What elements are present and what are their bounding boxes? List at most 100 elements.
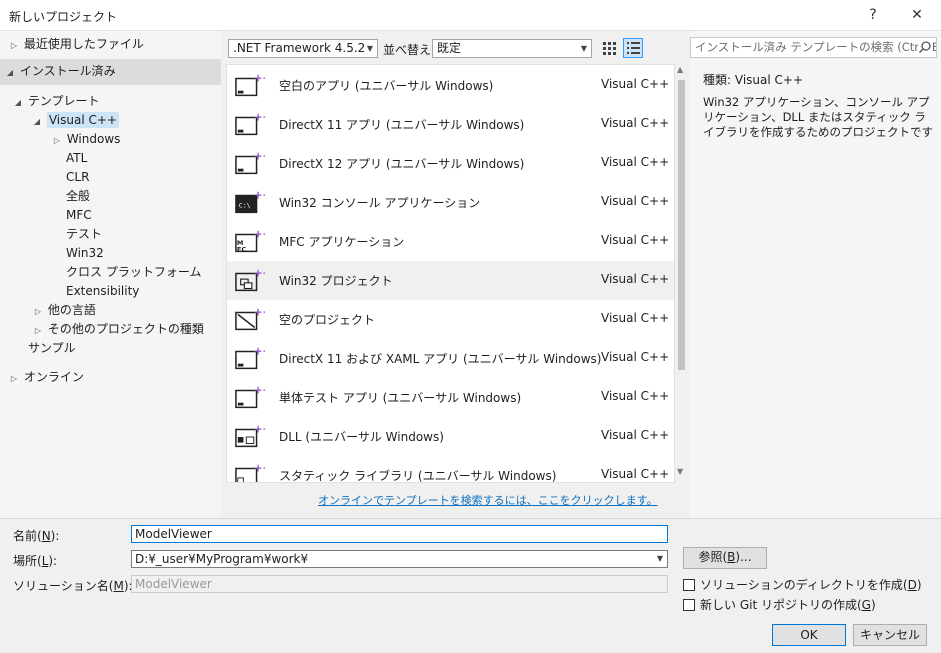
template-row[interactable]: ++ DirectX 12 アプリ (ユニバーサル Windows) Visual … <box>227 144 674 183</box>
tree-item-installed[interactable]: ◢ インストール済み <box>4 62 116 81</box>
tree-item-online[interactable]: ▷ オンライン <box>8 368 84 387</box>
template-name: Win32 プロジェクト <box>279 274 393 288</box>
tree-item-recent[interactable]: ▷ 最近使用したファイル <box>8 35 144 54</box>
template-name: DirectX 12 アプリ (ユニバーサル Windows) <box>279 157 525 171</box>
expand-arrow-icon[interactable]: ▷ <box>8 36 20 55</box>
template-name: DirectX 11 アプリ (ユニバーサル Windows) <box>279 118 525 132</box>
dropdown-arrow-icon[interactable]: ▼ <box>657 551 663 567</box>
template-language: Visual C++ <box>601 389 670 403</box>
tree-item-test[interactable]: テスト <box>66 225 102 244</box>
tree-item-visual-cpp[interactable]: ◢ Visual C++ <box>31 111 119 130</box>
scroll-down-icon[interactable]: ▼ <box>677 467 683 476</box>
template-row[interactable]: ++ DLL (ユニバーサル Windows) Visual C++ <box>227 417 674 456</box>
template-row[interactable]: ++ 単体テスト アプリ (ユニバーサル Windows) Visual C++ <box>227 378 674 417</box>
expand-arrow-icon[interactable]: ▷ <box>32 302 44 321</box>
tree-item-samples[interactable]: サンプル <box>28 339 76 358</box>
template-list: ++ 空白のアプリ (ユニバーサル Windows) Visual C++ ++ Dir… <box>226 64 675 483</box>
solution-name-input: ModelViewer <box>131 575 668 593</box>
collapse-arrow-icon[interactable]: ◢ <box>31 112 43 131</box>
description-type: 種類: Visual C++ <box>703 73 804 87</box>
tree-item-extensibility[interactable]: Extensibility <box>66 282 139 301</box>
template-row[interactable]: ++ DirectX 11 アプリ (ユニバーサル Windows) Visual … <box>227 105 674 144</box>
tree-item-clr[interactable]: CLR <box>66 168 89 187</box>
static-library-icon: ++ <box>235 462 265 482</box>
tree-item-other-project-types[interactable]: ▷ その他のプロジェクトの種類 <box>32 320 204 339</box>
collapse-arrow-icon[interactable]: ◢ <box>12 93 24 112</box>
description-text: Win32 アプリケーション、コンソール アプリケーション、DLL またはスタテ… <box>703 95 933 139</box>
template-list-scrollbar[interactable]: ▲ ▼ <box>675 64 688 483</box>
tree-item-atl[interactable]: ATL <box>66 149 87 168</box>
template-row[interactable]: ++MFC MFC アプリケーション Visual C++ <box>227 222 674 261</box>
template-language: Visual C++ <box>601 155 670 169</box>
checkbox-box[interactable] <box>683 599 695 611</box>
expand-arrow-icon[interactable]: ▷ <box>51 131 63 150</box>
create-git-repo-checkbox[interactable]: 新しい Git リポジトリの作成(G) <box>683 596 876 613</box>
tree-item-cross-platform[interactable]: クロス プラットフォーム <box>66 263 201 282</box>
checkbox-box[interactable] <box>683 579 695 591</box>
template-language: Visual C++ <box>601 233 670 247</box>
window-title: 新しいプロジェクト <box>9 10 118 24</box>
console-app-icon: ++C:\ <box>235 189 265 214</box>
svg-text:++: ++ <box>254 111 265 123</box>
search-icon[interactable] <box>918 40 932 54</box>
list-view-button[interactable] <box>623 38 643 58</box>
cancel-button[interactable]: キャンセル <box>853 624 927 646</box>
list-view-icon <box>627 42 640 54</box>
location-label: 場所(L): <box>13 554 58 568</box>
tree-item-general[interactable]: 全般 <box>66 187 90 206</box>
browse-button[interactable]: 参照(B)... <box>683 547 767 569</box>
svg-text:++: ++ <box>254 306 265 318</box>
scroll-up-icon[interactable]: ▲ <box>677 65 683 74</box>
blank-app-icon: ++ <box>235 72 265 97</box>
expand-arrow-icon[interactable]: ▷ <box>32 321 44 340</box>
mfc-app-icon: ++MFC <box>235 228 265 253</box>
directx-xaml-app-icon: ++ <box>235 345 265 370</box>
svg-text:++: ++ <box>254 345 265 357</box>
template-row[interactable]: ++C:\ Win32 コンソール アプリケーション Visual C++ <box>227 183 674 222</box>
tree-item-templates[interactable]: ◢ テンプレート <box>12 92 100 112</box>
close-button[interactable]: ✕ <box>897 0 937 31</box>
template-row[interactable]: ++ Win32 プロジェクト Visual C++ <box>227 261 674 300</box>
svg-text:++: ++ <box>254 72 265 84</box>
grid-view-icon <box>603 42 616 55</box>
template-row[interactable]: ++ スタティック ライブラリ (ユニバーサル Windows) Visual C+… <box>227 456 674 482</box>
grid-view-button[interactable] <box>599 38 619 58</box>
tree-item-mfc[interactable]: MFC <box>66 206 92 225</box>
location-combo[interactable]: D:¥_user¥MyProgram¥work¥ ▼ <box>131 550 668 568</box>
dropdown-arrow-icon: ▼ <box>366 44 373 53</box>
help-button[interactable]: ? <box>853 0 893 31</box>
solution-name-label: ソリューション名(M): <box>13 579 133 593</box>
template-name: Win32 コンソール アプリケーション <box>279 196 481 210</box>
framework-select[interactable]: .NET Framework 4.5.2 ▼ <box>228 39 378 58</box>
template-row[interactable]: ++ DirectX 11 および XAML アプリ (ユニバーサル Window… <box>227 339 674 378</box>
template-language: Visual C++ <box>601 350 670 364</box>
category-tree: ▷ 最近使用したファイル ◢ インストール済み ◢ テンプレート ◢ Visua… <box>0 31 221 518</box>
empty-project-icon: ++ <box>235 306 265 331</box>
create-directory-checkbox[interactable]: ソリューションのディレクトリを作成(D) <box>683 576 922 593</box>
tree-item-windows[interactable]: ▷ Windows <box>51 130 120 149</box>
svg-text:++: ++ <box>254 267 265 279</box>
name-label: 名前(N): <box>13 529 60 543</box>
tree-item-win32[interactable]: Win32 <box>66 244 104 263</box>
template-name: 空のプロジェクト <box>279 313 376 327</box>
template-row[interactable]: ++ 空白のアプリ (ユニバーサル Windows) Visual C++ <box>227 66 674 105</box>
template-language: Visual C++ <box>601 272 670 286</box>
template-name: DLL (ユニバーサル Windows) <box>279 430 444 444</box>
collapse-arrow-icon[interactable]: ◢ <box>4 63 16 82</box>
template-name: 単体テスト アプリ (ユニバーサル Windows) <box>279 391 522 405</box>
svg-text:++: ++ <box>254 462 265 474</box>
win32-project-icon: ++ <box>235 267 265 292</box>
ok-button[interactable]: OK <box>772 624 846 646</box>
template-language: Visual C++ <box>601 77 670 91</box>
scroll-thumb[interactable] <box>678 80 685 370</box>
template-search-input[interactable]: インストール済み テンプレートの検索 (Ctrl+E <box>690 37 937 58</box>
project-name-input[interactable]: ModelViewer <box>131 525 668 543</box>
expand-arrow-icon[interactable]: ▷ <box>8 369 20 388</box>
svg-text:FC: FC <box>237 245 246 253</box>
svg-text:++: ++ <box>254 228 265 240</box>
tree-item-other-languages[interactable]: ▷ 他の言語 <box>32 301 96 320</box>
directx-app-icon: ++ <box>235 150 265 175</box>
sort-select[interactable]: 既定 ▼ <box>432 39 592 58</box>
template-row[interactable]: ++ 空のプロジェクト Visual C++ <box>227 300 674 339</box>
online-templates-link[interactable]: オンラインでテンプレートを検索するには、ここをクリックします。 <box>318 492 658 508</box>
